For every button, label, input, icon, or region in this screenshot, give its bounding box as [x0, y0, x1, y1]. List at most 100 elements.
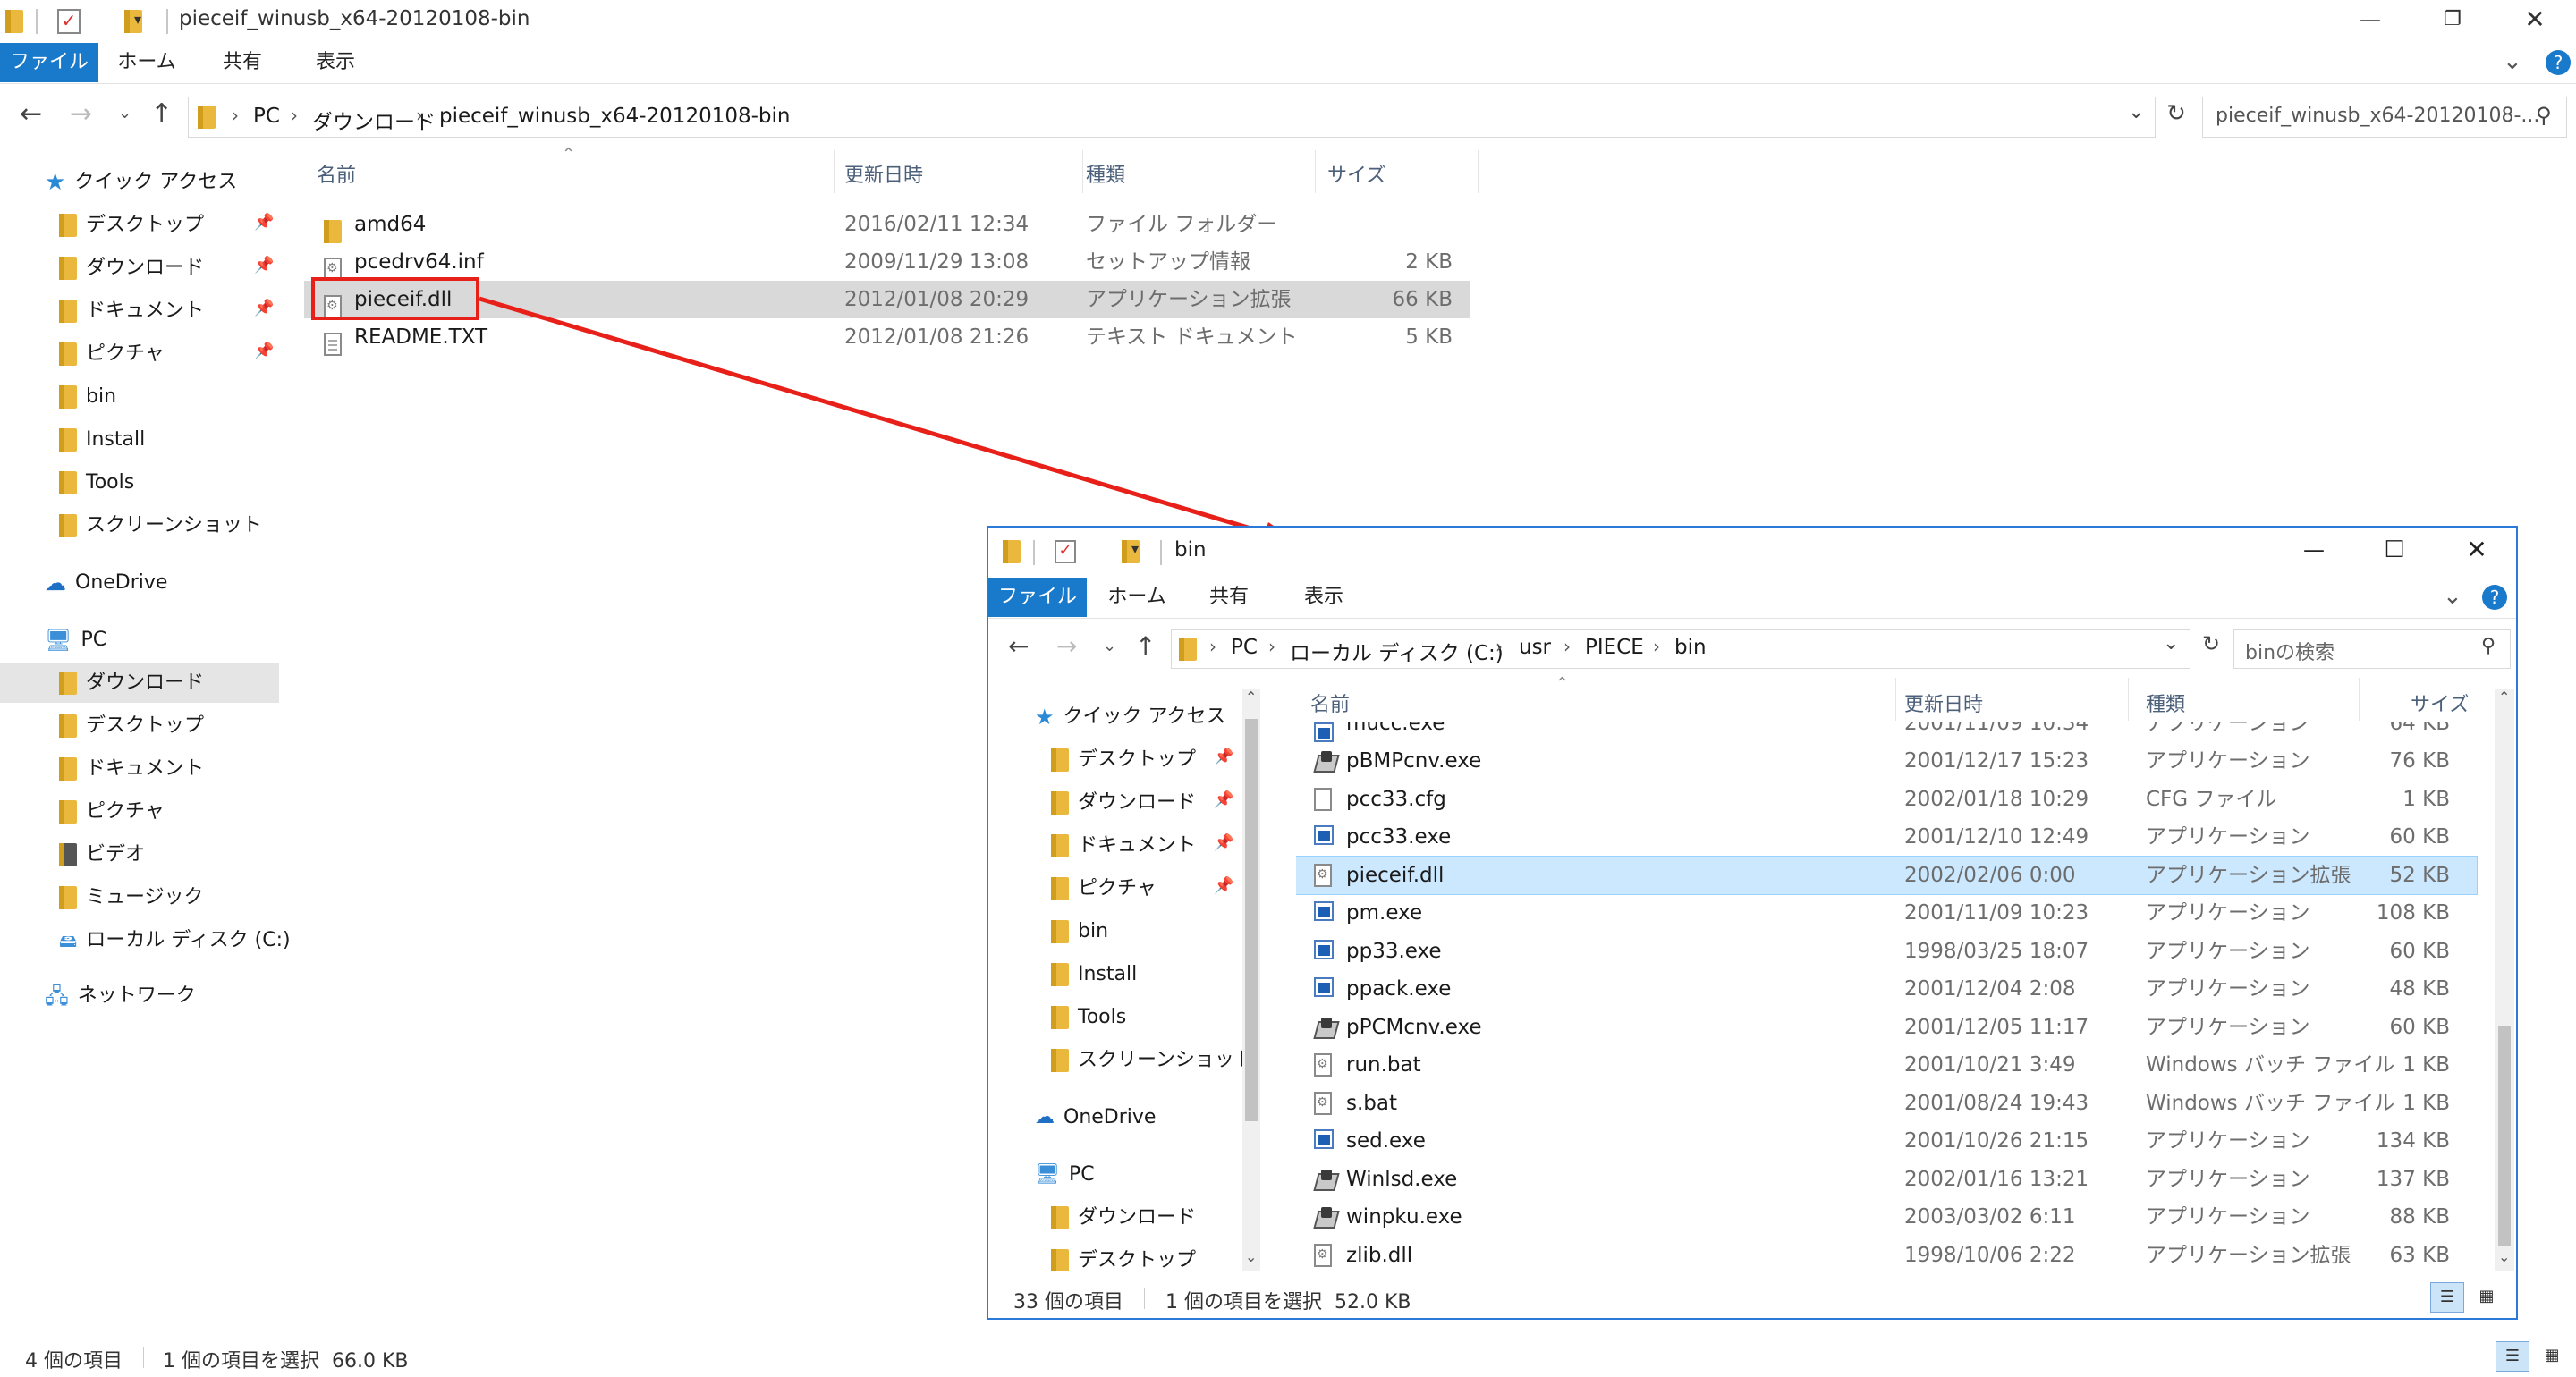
- sort-indicator-icon: ⌃: [1555, 674, 1570, 693]
- table-row[interactable]: pcc33.cfg 2002/01/18 10:29 CFG ファイル 1 KB: [1296, 781, 2477, 818]
- table-row[interactable]: sed.exe 2001/10/26 21:15 アプリケーション 134 KB: [1296, 1122, 2477, 1160]
- column-type[interactable]: 種類: [2146, 688, 2185, 717]
- table-row[interactable]: Winlsd.exe 2002/01/16 13:21 アプリケーション 137 KB: [1296, 1161, 2477, 1198]
- refresh-button[interactable]: ↻: [2196, 631, 2226, 665]
- file-name: Winlsd.exe: [1346, 1167, 1458, 1191]
- file-size: 76 KB: [2389, 749, 2450, 773]
- nav-pc-downloads[interactable]: ダウンロード: [1051, 1198, 1196, 1238]
- file-type: アプリケーション: [2146, 825, 2310, 849]
- chevron-right-icon[interactable]: ›: [1653, 636, 1660, 657]
- documents-folder-icon: [1051, 834, 1069, 857]
- nav-pc-desktop[interactable]: デスクトップ: [1051, 1241, 1196, 1271]
- breadcrumb-pc[interactable]: PC: [1231, 636, 1258, 659]
- file-name: pm.exe: [1346, 901, 1423, 925]
- sub-close-button[interactable]: ✕: [2448, 528, 2505, 576]
- file-size: 60 KB: [2389, 939, 2450, 963]
- nav-desktop[interactable]: デスクトップ: [1051, 740, 1196, 780]
- file-type: Windows バッチ ファイル: [2146, 1053, 2395, 1077]
- column-name[interactable]: 名前: [1310, 688, 1350, 717]
- scroll-up-icon[interactable]: ⌃: [2498, 688, 2510, 705]
- nav-pictures[interactable]: ピクチャ: [1051, 869, 1157, 908]
- table-row[interactable]: pp33.exe 1998/03/25 18:07 アプリケーション 60 KB: [1296, 933, 2477, 970]
- table-row-selected[interactable]: pieceif.dll 2002/02/06 0:00 アプリケーション拡張 52 K…: [1296, 855, 2478, 895]
- scroll-down-icon[interactable]: ⌄: [2498, 1248, 2510, 1265]
- tab-file[interactable]: ファイル: [988, 578, 1087, 617]
- nav-install[interactable]: Install: [1051, 955, 1137, 994]
- tab-share[interactable]: 共有: [1189, 578, 1269, 617]
- table-row[interactable]: pPCMcnv.exe 2001/12/05 11:17 アプリケーション 60 KB: [1296, 1009, 2477, 1046]
- folder-icon[interactable]: [1003, 540, 1021, 563]
- scroll-down-icon[interactable]: ⌄: [1245, 1248, 1257, 1265]
- file-name: ppack.exe: [1346, 977, 1452, 1001]
- nav-tools[interactable]: Tools: [1051, 998, 1126, 1037]
- table-row[interactable]: run.bat 2001/10/21 3:49 Windows バッチ ファイル 1 …: [1296, 1046, 2477, 1084]
- breadcrumb-bin[interactable]: bin: [1674, 636, 1707, 659]
- address-dropdown-icon[interactable]: ⌄: [2163, 632, 2179, 655]
- download-folder-icon: [1051, 1206, 1069, 1229]
- nav-screenshots[interactable]: スクリーンショット: [1051, 1041, 1248, 1080]
- nav-quick-access[interactable]: ★ クイック アクセス: [1035, 697, 1225, 737]
- file-name: pieceif.dll: [1346, 863, 1445, 887]
- forward-button[interactable]: →: [1056, 631, 1077, 661]
- column-date[interactable]: 更新日時: [1904, 688, 1983, 717]
- file-list-scrollbar-thumb[interactable]: [2498, 1026, 2511, 1246]
- chevron-right-icon[interactable]: ›: [1496, 636, 1503, 657]
- file-size: 60 KB: [2389, 1015, 2450, 1039]
- pin-icon[interactable]: 📌: [1214, 833, 1233, 852]
- properties-icon[interactable]: ✓: [1055, 540, 1076, 563]
- chevron-right-icon[interactable]: ›: [1563, 636, 1571, 657]
- nav-documents[interactable]: ドキュメント: [1051, 826, 1196, 866]
- tab-home[interactable]: ホーム: [1094, 578, 1180, 617]
- nav-onedrive[interactable]: ☁ OneDrive: [1035, 1098, 1156, 1137]
- breadcrumb-usr[interactable]: usr: [1519, 636, 1551, 659]
- file-type: アプリケーション: [2146, 1015, 2310, 1039]
- table-row[interactable]: winpku.exe 2003/03/02 6:11 アプリケーション 88 KB: [1296, 1198, 2477, 1236]
- table-row[interactable]: s.bat 2001/08/24 19:43 Windows バッチ ファイル 1 K…: [1296, 1085, 2477, 1122]
- sub-status-bar: 33 個の項目 1 個の項目を選択 52.0 KB ☰ ▦: [988, 1275, 2516, 1318]
- sub-search-box[interactable]: binの検索 ⚲: [2233, 629, 2511, 669]
- sub-maximize-button[interactable]: ☐: [2366, 528, 2423, 576]
- table-row[interactable]: ppack.exe 2001/12/04 2:08 アプリケーション 48 KB: [1296, 970, 2477, 1008]
- breadcrumb-piece[interactable]: PIECE: [1585, 636, 1644, 659]
- scroll-up-icon[interactable]: ⌃: [1245, 688, 1257, 705]
- file-list-scrollbar[interactable]: ⌃ ⌄: [2495, 688, 2514, 1271]
- tab-view[interactable]: 表示: [1284, 578, 1364, 617]
- nav-bin[interactable]: bin: [1051, 912, 1108, 951]
- address-folder-icon: [1179, 638, 1197, 661]
- file-date: 2001/12/17 15:23: [1904, 749, 2089, 773]
- chevron-right-icon[interactable]: ›: [1209, 636, 1216, 657]
- file-date: 2001/12/10 12:49: [1904, 825, 2089, 849]
- up-button[interactable]: ↑: [1135, 631, 1156, 661]
- table-row[interactable]: zlib.dll 1998/10/06 2:22 アプリケーション拡張 63 KB: [1296, 1237, 2477, 1274]
- nav-pc[interactable]: 🖥 PC: [1035, 1155, 1095, 1195]
- pictures-folder-icon: [1051, 877, 1069, 900]
- nav-scrollbar-thumb[interactable]: [1245, 719, 1258, 1121]
- sub-address-bar[interactable]: › PC › ローカル ディスク (C:) › usr › PIECE › bi…: [1171, 629, 2190, 669]
- chevron-right-icon[interactable]: ›: [1268, 636, 1275, 657]
- table-row[interactable]: pcc33.exe 2001/12/10 12:49 アプリケーション 60 KB: [1296, 818, 2477, 856]
- breadcrumb-local-disk[interactable]: ローカル ディスク (C:): [1290, 636, 1504, 666]
- pin-icon[interactable]: 📌: [1214, 748, 1233, 766]
- column-size[interactable]: サイズ: [2411, 688, 2469, 717]
- table-row[interactable]: pm.exe 2001/11/09 10:23 アプリケーション 108 KB: [1296, 894, 2477, 932]
- pin-icon[interactable]: 📌: [1214, 790, 1233, 809]
- file-name: pcc33.cfg: [1346, 787, 1446, 811]
- file-date: 2001/12/05 11:17: [1904, 1015, 2089, 1039]
- ribbon-expand-icon[interactable]: ⌄: [2443, 583, 2462, 610]
- search-input[interactable]: binの検索: [2245, 637, 2334, 665]
- back-button[interactable]: ←: [1008, 631, 1029, 661]
- large-icons-view-button[interactable]: ▦: [2470, 1282, 2504, 1313]
- qat-dropdown-icon[interactable]: ▾: [1131, 540, 1139, 557]
- details-view-button[interactable]: ☰: [2430, 1282, 2464, 1313]
- pin-icon[interactable]: 📌: [1214, 876, 1233, 895]
- nav-scrollbar[interactable]: ⌃ ⌄: [1242, 688, 1260, 1271]
- recent-dropdown-icon[interactable]: ⌄: [1103, 637, 1116, 655]
- file-size: 137 KB: [2376, 1167, 2450, 1191]
- table-row[interactable]: mucc.exe 2001/11/09 10:34 アプリケーション 64 KB: [1296, 722, 2477, 742]
- exe-file-icon: [1314, 1129, 1334, 1149]
- help-icon[interactable]: ?: [2482, 585, 2507, 610]
- sub-minimize-button[interactable]: —: [2285, 528, 2343, 576]
- nav-downloads[interactable]: ダウンロード: [1051, 783, 1196, 823]
- sub-navigation-pane: ★ クイック アクセス デスクトップ 📌 ダウンロード 📌 ドキュメント 📌 ピ…: [988, 681, 1248, 1271]
- table-row[interactable]: pBMPcnv.exe 2001/12/17 15:23 アプリケーション 76 KB: [1296, 742, 2477, 780]
